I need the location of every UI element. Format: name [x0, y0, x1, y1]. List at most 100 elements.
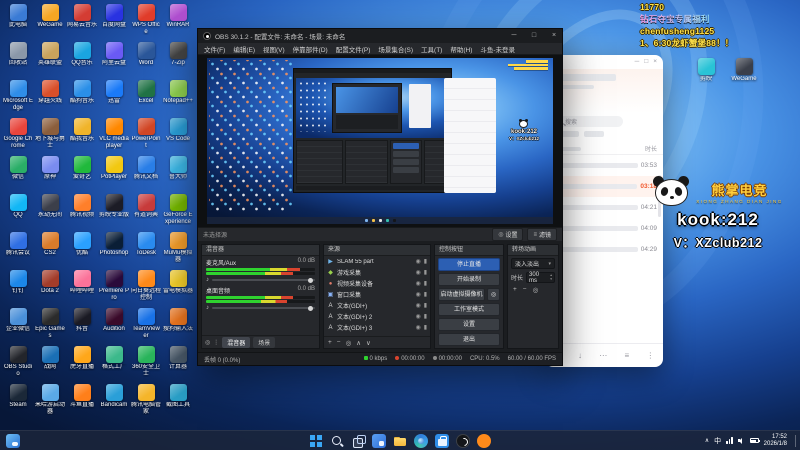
- source-row[interactable]: ▣ 窗口采集 ◉ ▮: [324, 289, 430, 300]
- desktop-icon[interactable]: 地下城与勇士: [34, 116, 66, 154]
- desktop-icon[interactable]: QQ音乐: [66, 40, 98, 78]
- desktop-icon[interactable]: 腾讯电脑管家: [130, 382, 162, 420]
- desktop-icon[interactable]: 雷电模拟器: [162, 268, 194, 306]
- source-row[interactable]: ◆ 游戏采集 ◉ ▮: [324, 267, 430, 278]
- virtual-camera-settings-button[interactable]: ◎: [487, 288, 500, 301]
- minimize-button[interactable]: ─: [635, 55, 640, 69]
- desktop-icon[interactable]: 7-Zip: [162, 40, 194, 78]
- input-language-indicator[interactable]: 中: [714, 436, 721, 446]
- source-properties-icon[interactable]: ◎: [346, 339, 352, 347]
- desktop-icon[interactable]: 优酷: [66, 230, 98, 268]
- taskbar-widgets-button[interactable]: [372, 434, 386, 448]
- desktop-icon[interactable]: Epic Games: [34, 306, 66, 344]
- lock-icon[interactable]: ▮: [424, 269, 427, 276]
- mixer-menu-icon[interactable]: ⋮: [213, 339, 219, 346]
- control-button[interactable]: 开始录制: [438, 273, 500, 286]
- desktop-icon[interactable]: WPS Office: [130, 2, 162, 40]
- desktop-icon[interactable]: 阿里云盘: [98, 40, 130, 78]
- menu-item[interactable]: 斗鱼-未登录: [480, 44, 515, 54]
- source-row[interactable]: ▶ SLAM 55 part ◉ ▮: [324, 256, 430, 267]
- desktop-icon[interactable]: 剪映专业版: [98, 192, 130, 230]
- menu-item[interactable]: 文件(F): [204, 44, 225, 54]
- desktop-icon[interactable]: 原神: [34, 154, 66, 192]
- lock-icon[interactable]: ▮: [424, 258, 427, 265]
- lock-icon[interactable]: ▮: [424, 302, 427, 309]
- menu-item[interactable]: 场景集合(S): [378, 44, 413, 54]
- desktop-icon[interactable]: PowerPoint: [130, 116, 162, 154]
- visibility-icon[interactable]: ◉: [415, 269, 420, 276]
- transition-properties-icon[interactable]: ◎: [533, 286, 539, 294]
- desktop-icon[interactable]: 计算器: [162, 344, 194, 382]
- close-button[interactable]: ×: [546, 29, 562, 43]
- dock-tab[interactable]: 混音器: [222, 336, 251, 348]
- desktop-icon[interactable]: VS Code: [162, 116, 194, 154]
- playlist-icon[interactable]: ≡: [624, 351, 629, 360]
- desktop-icon[interactable]: Google Chrome: [2, 116, 34, 154]
- desktop-icon[interactable]: Photoshop: [98, 230, 130, 268]
- desktop-icon[interactable]: VLC media player: [98, 116, 130, 154]
- lock-icon[interactable]: ▮: [424, 291, 427, 298]
- desktop-icon[interactable]: Microsoft Edge: [2, 78, 34, 116]
- desktop-icon[interactable]: 向日葵远程控制: [130, 268, 162, 306]
- taskbar-widgets-weather-button[interactable]: [6, 434, 20, 448]
- add-source-icon[interactable]: +: [328, 339, 332, 346]
- desktop-icon[interactable]: 360安全卫士: [130, 344, 162, 382]
- desktop-icon[interactable]: 战网: [34, 344, 66, 382]
- tray-chevron-icon[interactable]: ∧: [705, 437, 709, 444]
- source-row[interactable]: ● 视频采集设备 ◉ ▮: [324, 278, 430, 289]
- desktop-icon[interactable]: 有道词典: [130, 192, 162, 230]
- visibility-icon[interactable]: ◉: [415, 302, 420, 309]
- desktop-icon[interactable]: WinRAR: [162, 2, 194, 40]
- menu-item[interactable]: 编辑(E): [233, 44, 255, 54]
- desktop-icon[interactable]: 英雄联盟: [34, 40, 66, 78]
- control-button[interactable]: 设置: [438, 318, 500, 331]
- desktop-icon[interactable]: OBS Studio: [2, 344, 34, 382]
- lock-icon[interactable]: ▮: [424, 324, 427, 331]
- spinner-icons[interactable]: ▴ ▾: [550, 273, 552, 281]
- desktop-icon[interactable]: Dota 2: [34, 268, 66, 306]
- network-icon[interactable]: [726, 437, 733, 444]
- control-button[interactable]: 启动虚拟摄像机: [438, 288, 485, 301]
- source-row[interactable]: A 文本(GDI+) 3 ◉ ▮: [324, 322, 430, 333]
- desktop-icon[interactable]: 爱奇艺: [66, 154, 98, 192]
- desktop-icon[interactable]: 百度网盘: [98, 2, 130, 40]
- source-row[interactable]: A 文本(GDI+) 2 ◉ ▮: [324, 311, 430, 322]
- desktop-icon[interactable]: Notepad++: [162, 78, 194, 116]
- desktop-icon[interactable]: 穿越火线: [34, 78, 66, 116]
- volume-slider[interactable]: [212, 277, 315, 283]
- download-icon[interactable]: ↓: [578, 351, 582, 360]
- desktop-icon[interactable]: 网易云音乐: [66, 2, 98, 40]
- duration-input[interactable]: 300 ms ▴ ▾: [526, 272, 555, 284]
- add-transition-icon[interactable]: +: [513, 286, 517, 294]
- desktop-icon[interactable]: 永劫无间: [34, 192, 66, 230]
- source-row[interactable]: A 文本(GDI+) ◉ ▮: [324, 300, 430, 311]
- minimize-button[interactable]: ─: [506, 29, 522, 43]
- control-button[interactable]: 停止直播: [438, 258, 500, 271]
- control-button[interactable]: 工作室模式: [438, 303, 500, 316]
- desktop-icon[interactable]: CS2: [34, 230, 66, 268]
- desktop-icon[interactable]: Steam: [2, 382, 34, 420]
- volume-slider-knob[interactable]: [307, 305, 313, 311]
- desktop-icon[interactable]: 此电脑: [2, 2, 34, 40]
- transitions-dock-title[interactable]: 转场动画: [508, 245, 558, 256]
- menu-item[interactable]: 工具(T): [421, 44, 442, 54]
- desktop-icon[interactable]: 企业微信: [2, 306, 34, 344]
- desktop-icon[interactable]: 哔哩哔哩: [66, 268, 98, 306]
- lock-icon[interactable]: ▮: [424, 280, 427, 287]
- menu-item[interactable]: 停靠部件(D): [293, 44, 328, 54]
- desktop-icon[interactable]: PotPlayer: [98, 154, 130, 192]
- desktop-icon[interactable]: 迅雷: [98, 78, 130, 116]
- close-button[interactable]: ×: [653, 55, 657, 69]
- control-button[interactable]: 退出: [438, 333, 500, 346]
- desktop-icon[interactable]: Word: [130, 40, 162, 78]
- lock-icon[interactable]: ▮: [424, 313, 427, 320]
- desktop-icon[interactable]: 搜狗输入法: [162, 306, 194, 344]
- taskbar-microsoft-store-button[interactable]: [435, 434, 449, 448]
- maximize-button[interactable]: □: [526, 29, 542, 43]
- desktop-icon[interactable]: Premiere Pro: [98, 268, 130, 306]
- taskbar-obs-studio-button[interactable]: [456, 434, 470, 448]
- visibility-icon[interactable]: ◉: [415, 280, 420, 287]
- source-filters-button[interactable]: ≡ 滤镜: [527, 228, 557, 241]
- taskbar-file-explorer-button[interactable]: [393, 434, 407, 448]
- taskbar-search-button[interactable]: [330, 434, 344, 448]
